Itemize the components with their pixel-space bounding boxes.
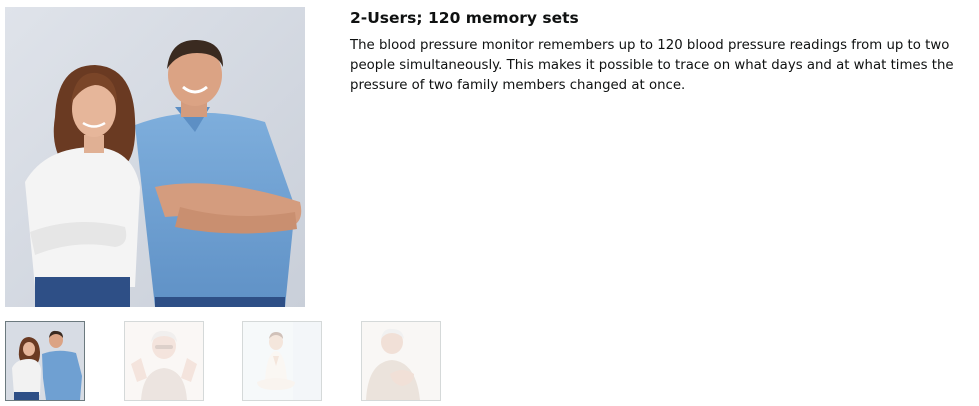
couple-thumbnail-image bbox=[6, 322, 84, 400]
thumbnail-meditation[interactable] bbox=[242, 321, 322, 401]
thumbnail-couple[interactable] bbox=[5, 321, 85, 401]
meditation-thumbnail-image bbox=[243, 322, 321, 400]
elderly-woman-thumbnail-image bbox=[125, 322, 203, 400]
main-product-image[interactable] bbox=[5, 7, 305, 307]
elderly-man-thumbnail-image bbox=[362, 322, 440, 400]
feature-title: 2-Users; 120 memory sets bbox=[350, 9, 579, 27]
couple-photo bbox=[5, 7, 305, 307]
feature-description: 2-Users; 120 memory sets The blood press… bbox=[350, 8, 975, 96]
thumbnail-elderly-man[interactable] bbox=[361, 321, 441, 401]
feature-body: The blood pressure monitor remembers up … bbox=[350, 38, 954, 93]
thumbnail-elderly-woman[interactable] bbox=[124, 321, 204, 401]
